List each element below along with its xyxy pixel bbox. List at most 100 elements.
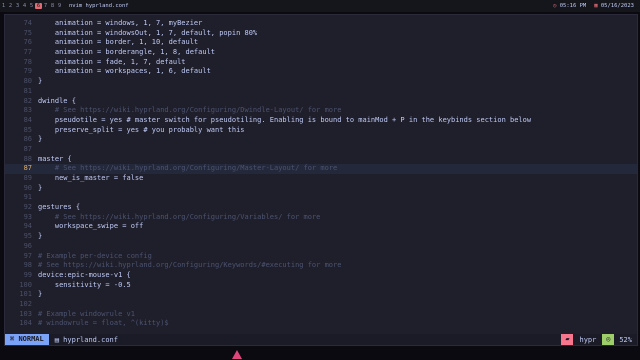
workspace-7[interactable]: 7 (42, 3, 49, 9)
code-line[interactable]: 80} (5, 77, 637, 87)
date: 05/16/2023 (600, 3, 634, 9)
folder-icon: ▰ (561, 334, 574, 345)
code-line[interactable]: 103 # Example windowrule v1 (5, 310, 637, 320)
code-line[interactable]: 90} (5, 184, 637, 194)
status-line: ⌘ NORMAL ▤ hyprland.conf ▰ hypr ◎ 52% (5, 334, 637, 345)
code-line[interactable]: 74 animation = windows, 1, 7, myBezier (5, 19, 637, 29)
code-line[interactable]: 76 animation = border, 1, 10, default (5, 38, 637, 48)
line-number: 95 (23, 232, 32, 241)
code-line[interactable]: 102 (5, 300, 637, 310)
code-line[interactable]: 87 (5, 145, 637, 155)
line-number: 101 (19, 290, 32, 299)
line-number: 82 (23, 96, 32, 105)
time: 05:16 PM (559, 3, 587, 9)
line-text: # windowrule = float, ^(kitty)$ (38, 319, 169, 328)
code-area[interactable]: 74 animation = windows, 1, 7, myBezier 75… (5, 19, 637, 329)
workspace-6[interactable]: 6 (35, 3, 42, 9)
workspace-5[interactable]: 5 (28, 3, 35, 9)
line-text: pseudotile = yes # master switch for pse… (38, 115, 532, 124)
filetype: hypr (579, 335, 597, 344)
code-line[interactable]: 78 animation = fade, 1, 7, default (5, 58, 637, 68)
line-number: 74 (23, 19, 32, 27)
code-line[interactable]: 95} (5, 232, 637, 242)
line-text: animation = windows, 1, 7, myBezier (38, 19, 203, 27)
status-right: ▰ hypr ◎ 52% (561, 334, 637, 345)
date-group: ▦ 05/16/2023 (594, 3, 634, 9)
line-number: 97 (23, 251, 32, 260)
line-number: 94 (23, 222, 32, 231)
line-text: # Example per-device config (38, 251, 152, 260)
workspace-list: 123456789 (0, 3, 63, 9)
workspace-1[interactable]: 1 (0, 3, 7, 9)
line-number: 80 (23, 77, 32, 86)
line-text: } (38, 135, 43, 144)
line-text: # See https://wiki.hyprland.org/Configur… (38, 106, 342, 115)
workspace-3[interactable]: 3 (14, 3, 21, 9)
line-number: 85 (23, 125, 32, 134)
line-number: 92 (23, 203, 32, 212)
line-number: 88 (23, 154, 32, 163)
code-line[interactable]: 91 (5, 193, 637, 203)
line-number: 76 (23, 38, 32, 47)
line-number: 86 (23, 135, 32, 144)
line-text: animation = border, 1, 10, default (38, 38, 199, 47)
code-line[interactable]: 84 pseudotile = yes # master switch for … (5, 116, 637, 126)
workspace-4[interactable]: 4 (21, 3, 28, 9)
line-text: # See https://wiki.hyprland.org/Configur… (38, 164, 338, 173)
desktop: 123456789 nvim hyprland.conf ◷ 05:16 PM … (0, 0, 640, 360)
line-number: 90 (23, 183, 32, 192)
code-line[interactable]: 92 gestures { (5, 203, 637, 213)
code-line[interactable]: 89 new_is_master = false (5, 174, 637, 184)
workspace-8[interactable]: 8 (49, 3, 56, 9)
clock-icon: ◷ (553, 3, 557, 9)
code-line[interactable]: 96 (5, 242, 637, 252)
code-line[interactable]: 85 preserve_split = yes # you probably w… (5, 126, 637, 136)
line-text: } (38, 183, 43, 192)
line-number: 84 (23, 115, 32, 124)
file-icon: ▤ (54, 335, 59, 344)
code-line[interactable]: 79 animation = workspaces, 1, 6, default (5, 67, 637, 77)
code-line[interactable]: 86} (5, 135, 637, 145)
code-line[interactable]: 98 # See https://wiki.hyprland.org/Config… (5, 261, 637, 271)
code-line[interactable]: 88 master { (5, 155, 637, 165)
line-number: 96 (23, 241, 32, 250)
code-line[interactable]: 77 animation = borderangle, 1, 8, defaul… (5, 48, 637, 58)
code-line[interactable]: 97 # Example per-device config (5, 252, 637, 262)
line-text: animation = workspaces, 1, 6, default (38, 67, 211, 76)
code-line[interactable]: 87 # See https://wiki.hyprland.org/Confi… (5, 164, 637, 174)
line-number: 91 (23, 193, 32, 202)
line-number: 100 (19, 280, 32, 289)
code-line[interactable]: 93 # See https://wiki.hyprland.org/Confi… (5, 213, 637, 223)
line-text: workspace_swipe = off (38, 222, 144, 231)
line-number: 78 (23, 57, 32, 66)
code-line[interactable]: 104 # windowrule = float, ^(kitty)$ (5, 319, 637, 329)
line-text: # See https://wiki.hyprland.org/Configur… (38, 212, 321, 221)
top-right-status: ◷ 05:16 PM ▦ 05/16/2023 (553, 0, 634, 12)
code-line[interactable]: 82 dwindle { (5, 97, 637, 107)
line-text: animation = windowsOut, 1, 7, default, p… (38, 28, 258, 37)
code-line[interactable]: 94 workspace_swipe = off (5, 222, 637, 232)
position-icon: ◎ (602, 334, 615, 345)
line-text: sensitivity = -0.5 (38, 280, 131, 289)
line-number: 75 (23, 28, 32, 37)
line-number: 103 (19, 309, 32, 318)
terminal-window[interactable]: 74 animation = windows, 1, 7, myBezier 75… (4, 14, 638, 346)
top-bar: 123456789 nvim hyprland.conf ◷ 05:16 PM … (0, 0, 640, 12)
scroll-percent: 52% (619, 335, 632, 344)
vim-icon: ⌘ (10, 335, 15, 343)
code-line[interactable]: 99 device:epic-mouse-v1 { (5, 271, 637, 281)
line-text: preserve_split = yes # you probably want… (38, 125, 245, 134)
line-text: gestures { (38, 203, 81, 212)
code-line[interactable]: 101} (5, 290, 637, 300)
code-line[interactable]: 81 (5, 87, 637, 97)
code-line[interactable]: 75 animation = windowsOut, 1, 7, default… (5, 29, 637, 39)
code-line[interactable]: 83 # See https://wiki.hyprland.org/Confi… (5, 106, 637, 116)
workspace-2[interactable]: 2 (7, 3, 14, 9)
line-text: device:epic-mouse-v1 { (38, 270, 131, 279)
line-text: } (38, 232, 43, 241)
line-number: 87 (23, 164, 32, 173)
line-text: master { (38, 154, 72, 163)
code-line[interactable]: 100 sensitivity = -0.5 (5, 281, 637, 291)
line-number: 77 (23, 48, 32, 57)
workspace-9[interactable]: 9 (56, 3, 63, 9)
